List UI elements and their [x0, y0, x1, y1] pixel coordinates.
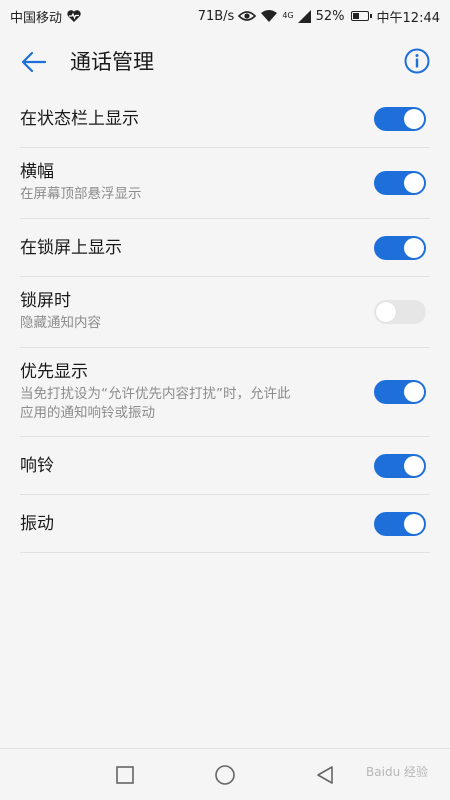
circle-home-icon	[215, 765, 235, 785]
vibrate-toggle[interactable]	[374, 512, 426, 536]
toggle-knob	[376, 302, 396, 322]
network-type-badge: 4G	[282, 10, 294, 20]
setting-text: 在状态栏上显示	[20, 108, 139, 130]
triangle-back-icon	[317, 766, 333, 784]
status-bar-toggle[interactable]	[374, 107, 426, 131]
setting-subtitle: 隐藏通知内容	[20, 315, 101, 331]
setting-title: 横幅	[20, 162, 54, 182]
ring-toggle[interactable]	[374, 454, 426, 478]
baidu-watermark: Baidu 经验	[366, 765, 428, 779]
status-bar-right: 71B/s 4G 52% 中午12:44	[198, 7, 440, 26]
lock-hide-toggle[interactable]	[374, 300, 426, 324]
info-circle-icon	[404, 48, 430, 74]
status-bar-left: 中国移动	[10, 7, 82, 26]
wifi-icon	[260, 9, 278, 23]
toggle-knob	[404, 514, 424, 534]
setting-text: 在锁屏上显示	[20, 237, 122, 259]
setting-title: 优先显示	[20, 362, 88, 382]
toggle-knob	[404, 382, 424, 402]
page-title: 通话管理	[70, 50, 154, 74]
info-button[interactable]	[402, 46, 432, 76]
settings-list: 在状态栏上显示 横幅 在屏幕顶部悬浮显示 在锁屏上显示 锁屏时 隐藏通知内容 优…	[20, 90, 430, 553]
setting-status-bar-row[interactable]: 在状态栏上显示	[20, 90, 430, 148]
signal-icon	[297, 9, 312, 23]
setting-lockscreen-row[interactable]: 在锁屏上显示	[20, 219, 430, 277]
home-button[interactable]	[213, 763, 237, 787]
priority-toggle[interactable]	[374, 380, 426, 404]
arrow-left-icon	[21, 51, 47, 73]
setting-title: 在锁屏上显示	[20, 238, 122, 258]
setting-title: 锁屏时	[20, 291, 71, 311]
battery-percent: 52%	[315, 8, 345, 24]
app-header: 通话管理	[0, 32, 450, 90]
setting-vibrate-row[interactable]: 振动	[20, 495, 430, 553]
lockscreen-toggle[interactable]	[374, 236, 426, 260]
battery-icon	[350, 11, 372, 21]
setting-title: 在状态栏上显示	[20, 109, 139, 129]
setting-priority-row[interactable]: 优先显示 当免打扰设为“允许优先内容打扰”时，允许此 应用的通知响铃或振动	[20, 348, 430, 437]
carrier-name: 中国移动	[10, 10, 63, 26]
back-nav-button[interactable]	[313, 763, 337, 787]
setting-ring-row[interactable]: 响铃	[20, 437, 430, 495]
setting-text: 横幅 在屏幕顶部悬浮显示	[20, 161, 142, 204]
setting-text: 振动	[20, 513, 54, 535]
setting-subtitle-line-2: 应用的通知响铃或振动	[20, 405, 155, 421]
clock: 中午12:44	[376, 10, 440, 26]
setting-text: 响铃	[20, 455, 54, 477]
square-recents-icon	[116, 766, 134, 784]
setting-subtitle-line-1: 当免打扰设为“允许优先内容打扰”时，允许此	[20, 386, 291, 402]
toggle-knob	[404, 238, 424, 258]
recents-button[interactable]	[113, 763, 137, 787]
toggle-knob	[404, 173, 424, 193]
toggle-knob	[404, 456, 424, 476]
setting-subtitle: 在屏幕顶部悬浮显示	[20, 186, 142, 202]
banner-toggle[interactable]	[374, 171, 426, 195]
toggle-knob	[404, 109, 424, 129]
setting-lock-hide-row[interactable]: 锁屏时 隐藏通知内容	[20, 277, 430, 348]
setting-title: 振动	[20, 514, 54, 534]
back-button[interactable]	[18, 46, 50, 78]
battery-level-fill	[352, 13, 359, 19]
setting-title: 响铃	[20, 456, 54, 476]
eye-icon	[238, 10, 257, 22]
setting-text: 锁屏时 隐藏通知内容	[20, 290, 101, 333]
status-bar: 中国移动 71B/s 4G 52% 中午12:44	[0, 0, 450, 32]
setting-banner-row[interactable]: 横幅 在屏幕顶部悬浮显示	[20, 148, 430, 219]
setting-text: 优先显示 当免打扰设为“允许优先内容打扰”时，允许此 应用的通知响铃或振动	[20, 361, 291, 423]
heart-pulse-icon	[66, 9, 82, 23]
network-speed: 71B/s	[197, 8, 235, 24]
